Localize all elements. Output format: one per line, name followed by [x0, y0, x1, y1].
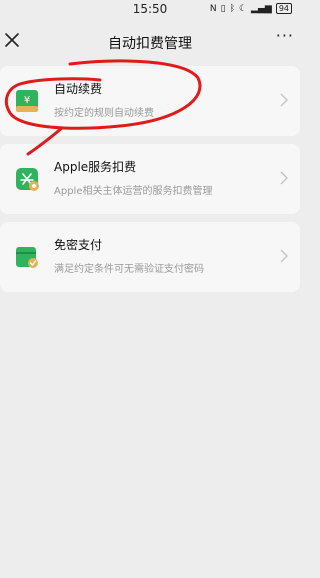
nfc-icon: N [209, 3, 217, 14]
password-free-pay-item[interactable]: 免密支付 满足约定条件可无需验证支付密码 [0, 222, 300, 292]
do-not-disturb-icon: ☾ [238, 3, 248, 14]
auto-renew-title: 自动续费 [54, 82, 103, 96]
chevron-right-icon [280, 93, 288, 107]
more-button[interactable]: ··· [276, 26, 294, 45]
apple-service-title: Apple服务扣费 [54, 160, 137, 174]
chevron-right-icon [280, 249, 288, 263]
status-bar: 15:50 N ▯ ᛒ ☾ ▂▄▆ 94 [0, 0, 300, 18]
password-free-pay-desc: 满足约定条件可无需验证支付密码 [54, 264, 204, 275]
wallet-check-icon [16, 247, 38, 268]
auto-renew-item[interactable]: ¥ 自动续费 按约定的规则自动续费 [0, 66, 300, 136]
auto-renew-desc: 按约定的规则自动续费 [54, 108, 154, 119]
password-free-pay-title: 免密支付 [54, 238, 103, 252]
chevron-right-icon [280, 171, 288, 185]
nav-bar: 自动扣费管理 ··· [0, 22, 300, 64]
battery-indicator: 94 [275, 3, 292, 14]
apple-service-desc: Apple相关主体运营的服务扣费管理 [54, 186, 213, 197]
page-title: 自动扣费管理 [108, 36, 192, 52]
vibrate-icon: ▯ [220, 3, 226, 14]
wallet-yen-icon: ¥ [16, 90, 38, 112]
apple-service-item[interactable]: Apple服务扣费 Apple相关主体运营的服务扣费管理 [0, 144, 300, 214]
bluetooth-icon: ᛒ [229, 3, 235, 14]
status-icons: N ▯ ᛒ ☾ ▂▄▆ 94 [210, 3, 292, 14]
apple-store-icon [16, 168, 39, 191]
signal-icon: ▂▄▆ [251, 3, 272, 14]
svg-text:¥: ¥ [24, 95, 30, 106]
